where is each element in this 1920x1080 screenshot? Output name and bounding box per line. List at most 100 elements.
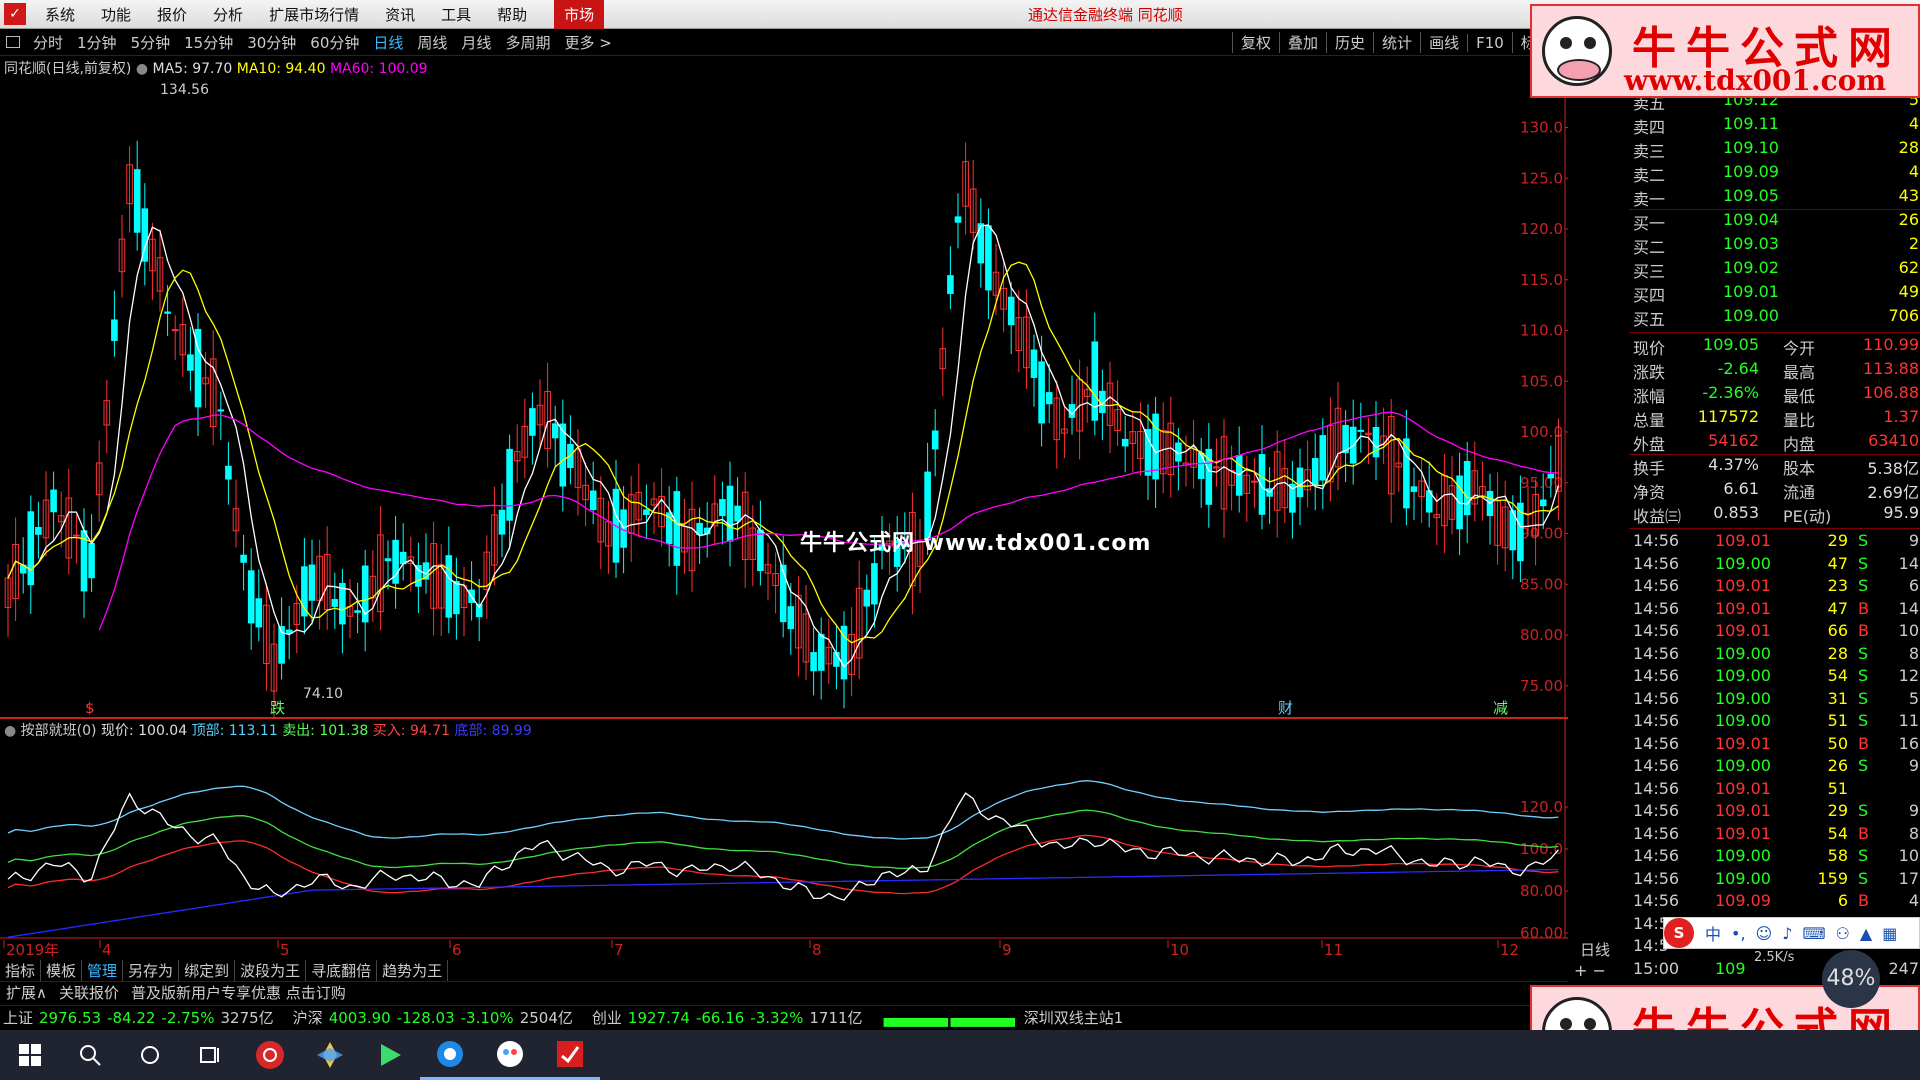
tab-saveas[interactable]: 另存为 bbox=[123, 959, 180, 981]
period-tab[interactable]: 15分钟 bbox=[177, 32, 240, 53]
search-icon[interactable] bbox=[60, 1030, 120, 1080]
overlay-button[interactable]: 叠加 bbox=[1279, 32, 1326, 53]
ime-toolbar[interactable]: S 中 •, ☺ ♪ ⌨ ⚇ ▲ ▦ bbox=[1663, 917, 1920, 949]
tab-formula[interactable]: 寻底翻倍 bbox=[306, 959, 378, 981]
index-amount: 1711亿 bbox=[809, 1009, 863, 1027]
panel-toggle-icon[interactable] bbox=[6, 36, 20, 48]
period-tab[interactable]: 分时 bbox=[26, 32, 70, 53]
tab-formula[interactable]: 趋势为王 bbox=[377, 959, 449, 981]
keyboard-icon[interactable]: ⌨ bbox=[1802, 924, 1825, 943]
candle-body bbox=[787, 606, 795, 630]
expand-button[interactable]: 扩展∧ bbox=[0, 982, 53, 1003]
menu-item[interactable]: 帮助 bbox=[484, 4, 540, 25]
market-button[interactable]: 市场 bbox=[554, 0, 605, 29]
tab-bindto[interactable]: 绑定到 bbox=[179, 959, 236, 981]
task-view-icon[interactable] bbox=[180, 1030, 240, 1080]
ma10-value: MA10: 94.40 bbox=[236, 61, 326, 77]
candle-body bbox=[133, 169, 141, 233]
period-tab[interactable]: 1分钟 bbox=[70, 32, 124, 53]
index-change: -128.03 bbox=[396, 1008, 455, 1027]
indicator-buy-line bbox=[7, 834, 1559, 895]
candle-body bbox=[1410, 486, 1418, 492]
windows-start-icon[interactable] bbox=[0, 1030, 60, 1080]
period-tab[interactable]: 周线 bbox=[410, 32, 454, 53]
grid-icon[interactable]: ▦ bbox=[1882, 924, 1897, 943]
quote-panel: 卖五 109.12 5 卖四 109.11 4 卖三 109.10 28 卖二 109.09 4 卖一 1… bbox=[1629, 90, 1920, 980]
fuquan-button[interactable]: 复权 bbox=[1232, 32, 1279, 53]
mic-icon[interactable]: ♪ bbox=[1782, 924, 1792, 943]
stats-button[interactable]: 统计 bbox=[1373, 32, 1420, 53]
cow-logo-icon bbox=[1542, 16, 1612, 86]
ad-banner-top[interactable]: 牛牛公式网 www.tdx001.com bbox=[1530, 4, 1920, 98]
pinwheel-app-icon[interactable] bbox=[300, 1030, 360, 1080]
history-button[interactable]: 历史 bbox=[1326, 32, 1373, 53]
kline-chart[interactable]: 130.0 125.0 120.0 115.0 110.0 105.0 100.0 95.00… bbox=[0, 56, 1568, 999]
tick-side: B bbox=[1858, 823, 1869, 843]
y-tick-label: 130.0 bbox=[1520, 119, 1563, 137]
server-name[interactable]: 深圳双线主站1 bbox=[1024, 1007, 1124, 1028]
speed-ball[interactable]: 48% bbox=[1822, 950, 1880, 1008]
menu-item[interactable]: 报价 bbox=[144, 4, 200, 25]
punct-icon[interactable]: •, bbox=[1731, 924, 1746, 943]
circle-icon[interactable]: ● bbox=[4, 723, 16, 739]
period-tab[interactable]: 5分钟 bbox=[124, 32, 178, 53]
tick-row: 14:56 109.00 47 S 14 bbox=[1633, 554, 1919, 576]
candle-body bbox=[643, 509, 650, 516]
f10-button[interactable]: F10 bbox=[1467, 33, 1512, 52]
tab-formula[interactable]: 波段为王 bbox=[235, 959, 307, 981]
candle-body bbox=[445, 555, 453, 618]
period-tab[interactable]: 多周期 bbox=[498, 32, 557, 53]
ime-mode[interactable]: 中 bbox=[1705, 921, 1721, 945]
media-player-icon[interactable] bbox=[360, 1030, 420, 1080]
price-axis: 130.0 125.0 120.0 115.0 110.0 105.0 100.0 95.00… bbox=[1520, 119, 1568, 942]
circle-icon[interactable]: ● bbox=[136, 61, 148, 77]
draw-button[interactable]: 画线 bbox=[1420, 32, 1467, 53]
tick-row: 14:56 109.00 54 S 12 bbox=[1633, 666, 1919, 688]
tick-count: 8 bbox=[1908, 643, 1919, 663]
menu-item[interactable]: 系统 bbox=[32, 4, 88, 25]
period-tab-active[interactable]: 日线 bbox=[366, 32, 410, 53]
tick-volume: 28 bbox=[1827, 643, 1848, 663]
candle-body bbox=[810, 652, 817, 672]
tick-price: 109.00 bbox=[1715, 688, 1771, 708]
tick-side: S bbox=[1858, 801, 1869, 820]
menu-item[interactable]: 资讯 bbox=[372, 4, 428, 25]
candle-body bbox=[1030, 349, 1038, 378]
sogou-icon[interactable]: S bbox=[1664, 918, 1694, 948]
zoom-buttons[interactable]: + − bbox=[1574, 961, 1606, 980]
tab-manage[interactable]: 管理 bbox=[82, 959, 124, 981]
tick-time: 14:56 bbox=[1633, 733, 1680, 753]
orderbook-price: 109.04 bbox=[1723, 210, 1779, 229]
qq-icon[interactable] bbox=[480, 1030, 540, 1080]
netease-music-icon[interactable] bbox=[240, 1030, 300, 1080]
more-periods-button[interactable]: 更多 > bbox=[557, 32, 618, 53]
cortana-icon[interactable] bbox=[120, 1030, 180, 1080]
menu-item[interactable]: 工具 bbox=[428, 4, 484, 25]
menu-item[interactable]: 扩展市场行情 bbox=[256, 4, 372, 25]
quote-row: 涨幅 -2.36% 最低 106.88 bbox=[1633, 383, 1919, 406]
period-tab[interactable]: 60分钟 bbox=[303, 32, 366, 53]
tab-indicator[interactable]: 指标 bbox=[0, 959, 42, 981]
tonghuashun-icon[interactable] bbox=[540, 1030, 600, 1080]
menu-item[interactable]: 功能 bbox=[88, 4, 144, 25]
user-icon[interactable]: ⚇ bbox=[1836, 924, 1850, 943]
y-tick-label: 80.00 bbox=[1520, 626, 1563, 644]
candle-body bbox=[757, 529, 764, 572]
indicator-name[interactable]: 按部就班(0) bbox=[21, 723, 97, 739]
indicator-now: 现价: 100.04 bbox=[100, 723, 188, 739]
tick-time: 14:56 bbox=[1633, 823, 1680, 843]
tick-volume: 47 bbox=[1827, 598, 1848, 618]
tab-template[interactable]: 模板 bbox=[41, 959, 83, 981]
emoji-icon[interactable]: ☺ bbox=[1756, 924, 1773, 943]
skin-icon[interactable]: ▲ bbox=[1860, 924, 1872, 943]
related-quote-button[interactable]: 关联报价 bbox=[53, 982, 125, 1003]
browser-icon[interactable] bbox=[420, 1030, 480, 1080]
candle-body bbox=[1121, 438, 1129, 447]
tick-row: 14:56 109.00 58 S 10 bbox=[1633, 846, 1919, 868]
menu-item[interactable]: 分析 bbox=[200, 4, 256, 25]
tick-side: S bbox=[1858, 576, 1869, 595]
period-tab[interactable]: 月线 bbox=[454, 32, 498, 53]
promo-link[interactable]: 普及版新用户专享优惠 点击订购 bbox=[125, 982, 352, 1003]
period-tab[interactable]: 30分钟 bbox=[240, 32, 303, 53]
quote-label: 今开 bbox=[1783, 339, 1816, 358]
